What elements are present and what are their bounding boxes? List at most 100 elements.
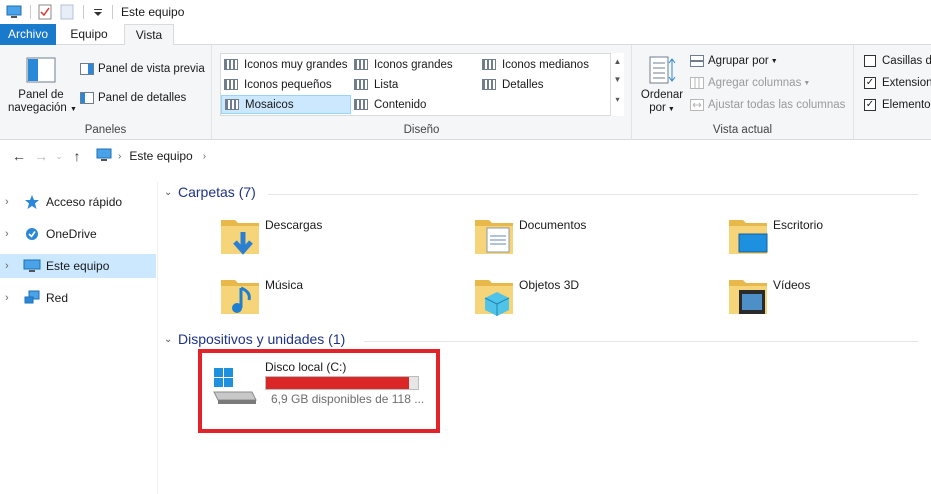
layout-large-icons[interactable]: Iconos grandes bbox=[351, 55, 479, 74]
layout-medium-icons[interactable]: Iconos medianos bbox=[479, 55, 607, 74]
devices-section-header[interactable]: ⌄ Dispositivos y unidades (1) bbox=[164, 331, 345, 347]
documents-folder-icon bbox=[475, 220, 513, 254]
preview-pane-button[interactable]: Panel de vista previa bbox=[80, 63, 205, 75]
hidden-items-option[interactable]: ✓ Elemento bbox=[864, 99, 931, 111]
recent-locations-chevron-icon[interactable]: ⌄ bbox=[52, 145, 66, 167]
sort-by-label-2: por ▼ bbox=[649, 102, 675, 114]
scroll-down-icon[interactable]: ▼ bbox=[611, 71, 624, 89]
music-folder-icon bbox=[221, 280, 259, 314]
fit-columns-label: Ajustar todas las columnas bbox=[708, 99, 846, 111]
computer-icon[interactable] bbox=[6, 4, 22, 20]
layout-list[interactable]: Lista bbox=[351, 75, 479, 94]
dropdown-arrow-icon: ▼ bbox=[70, 106, 77, 113]
dropdown-arrow-icon: ▼ bbox=[803, 79, 811, 87]
breadcrumb[interactable]: › Este equipo › bbox=[96, 148, 206, 165]
folder-tile-videos[interactable]: Vídeos bbox=[727, 274, 931, 326]
item-checkboxes-label: Casillas d bbox=[882, 55, 931, 67]
folder-tile-documents[interactable]: Documentos bbox=[473, 214, 713, 266]
folders-section-header[interactable]: ⌄ Carpetas (7) bbox=[164, 184, 256, 200]
checkbox-checked-icon[interactable]: ✓ bbox=[864, 77, 876, 89]
details-pane-icon bbox=[80, 92, 94, 104]
folder-name: Vídeos bbox=[773, 278, 811, 292]
sort-by-label: Ordenar bbox=[640, 89, 684, 101]
expand-chevron-icon[interactable]: › bbox=[5, 260, 19, 272]
navigation-pane-label: Panel de bbox=[18, 89, 64, 101]
folder-tile-desktop[interactable]: Escritorio bbox=[727, 214, 931, 266]
properties-icon[interactable] bbox=[37, 4, 53, 20]
checkbox-checked-icon[interactable]: ✓ bbox=[864, 99, 876, 111]
layout-tiles[interactable]: Mosaicos bbox=[221, 95, 351, 114]
breadcrumb-item[interactable]: Este equipo bbox=[129, 149, 192, 163]
layout-details[interactable]: Detalles bbox=[479, 75, 607, 94]
collapse-chevron-icon[interactable]: ⌄ bbox=[164, 334, 178, 345]
separator bbox=[83, 5, 84, 19]
layout-gallery-scroll[interactable]: ▲ ▼ ▾ bbox=[610, 53, 624, 116]
group-by-button[interactable]: Agrupar por ▼ bbox=[690, 55, 778, 67]
up-arrow-icon[interactable]: ↑ bbox=[66, 145, 88, 167]
breadcrumb-chevron-icon[interactable]: › bbox=[118, 151, 121, 162]
forward-arrow-icon[interactable]: → bbox=[30, 145, 52, 167]
sidebar-item-label: OneDrive bbox=[46, 227, 97, 241]
sidebar-item-label: Este equipo bbox=[46, 259, 110, 273]
show-hide-group: Casillas d ✓ Extension ✓ Elemento bbox=[854, 45, 931, 140]
navigation-pane-label-2: navegación ▼ bbox=[8, 102, 77, 114]
add-columns-button[interactable]: Agregar columnas ▼ bbox=[690, 77, 810, 89]
new-folder-icon[interactable] bbox=[59, 4, 75, 20]
tab-vista[interactable]: Vista bbox=[124, 24, 174, 46]
scroll-up-icon[interactable]: ▲ bbox=[611, 53, 624, 71]
details-icon bbox=[482, 79, 496, 90]
dropdown-arrow-icon: ▼ bbox=[770, 57, 778, 65]
expand-chevron-icon[interactable]: › bbox=[5, 196, 19, 208]
extra-large-icons-icon bbox=[224, 59, 238, 70]
back-arrow-icon[interactable]: ← bbox=[8, 145, 30, 167]
navigation-pane: › Acceso rápido › OneDrive › Este equipo… bbox=[0, 182, 158, 494]
folder-tile-3d-objects[interactable]: Objetos 3D bbox=[473, 274, 713, 326]
sort-by-button[interactable]: Ordenar por ▼ bbox=[638, 53, 686, 116]
folder-tile-music[interactable]: Música bbox=[219, 274, 459, 326]
expand-chevron-icon[interactable]: › bbox=[5, 228, 19, 240]
folders-section-title: Carpetas (7) bbox=[178, 184, 256, 200]
window-title: Este equipo bbox=[121, 5, 185, 19]
layout-small-icons[interactable]: Iconos pequeños bbox=[221, 75, 349, 94]
fit-columns-button[interactable]: Ajustar todas las columnas bbox=[690, 99, 845, 111]
devices-section-title: Dispositivos y unidades (1) bbox=[178, 331, 346, 347]
preview-pane-icon bbox=[80, 63, 94, 75]
tab-archivo[interactable]: Archivo bbox=[0, 24, 56, 45]
list-icon bbox=[354, 79, 368, 90]
details-pane-button[interactable]: Panel de detalles bbox=[80, 92, 186, 104]
item-checkboxes-option[interactable]: Casillas d bbox=[864, 55, 931, 67]
dropdown-arrow-icon: ▼ bbox=[665, 106, 675, 113]
navigation-pane-icon bbox=[26, 57, 56, 83]
folder-name: Descargas bbox=[265, 218, 323, 232]
ribbon-tabs: Archivo Equipo Vista bbox=[0, 24, 931, 46]
folder-name: Música bbox=[265, 278, 304, 292]
folder-name: Escritorio bbox=[773, 218, 824, 232]
breadcrumb-chevron-icon[interactable]: › bbox=[203, 151, 206, 162]
preview-pane-label: Panel de vista previa bbox=[98, 63, 205, 75]
tab-equipo[interactable]: Equipo bbox=[58, 24, 120, 45]
collapse-chevron-icon[interactable]: ⌄ bbox=[164, 187, 178, 198]
gallery-more-icon[interactable]: ▾ bbox=[611, 89, 624, 111]
folder-name: Documentos bbox=[519, 218, 587, 232]
sidebar-item-network[interactable]: › Red bbox=[0, 286, 156, 310]
layout-content[interactable]: Contenido bbox=[351, 95, 479, 114]
folder-tile-downloads[interactable]: Descargas bbox=[219, 214, 459, 266]
onedrive-icon bbox=[23, 226, 41, 242]
sidebar-item-quick-access[interactable]: › Acceso rápido bbox=[0, 190, 156, 214]
group-by-label: Agrupar por bbox=[708, 55, 769, 67]
layout-extra-large-icons[interactable]: Iconos muy grandes bbox=[221, 55, 349, 74]
folder-name: Objetos 3D bbox=[519, 278, 580, 292]
customize-toolbar-chevron-icon[interactable] bbox=[90, 4, 106, 20]
file-extensions-option[interactable]: ✓ Extension bbox=[864, 77, 931, 89]
sidebar-item-this-pc[interactable]: › Este equipo bbox=[0, 254, 156, 278]
content-icon bbox=[354, 99, 368, 110]
file-extensions-label: Extension bbox=[882, 77, 931, 89]
3d-objects-folder-icon bbox=[475, 280, 513, 316]
navigation-pane-button[interactable]: Panel de navegación ▼ bbox=[8, 53, 77, 116]
title-bar: Este equipo bbox=[0, 0, 931, 24]
checkbox-icon[interactable] bbox=[864, 55, 876, 67]
layout-gallery: Iconos muy grandes Iconos grandes Iconos… bbox=[220, 53, 624, 116]
expand-chevron-icon[interactable]: › bbox=[5, 292, 19, 304]
sidebar-item-onedrive[interactable]: › OneDrive bbox=[0, 222, 156, 246]
details-pane-label: Panel de detalles bbox=[98, 92, 187, 104]
